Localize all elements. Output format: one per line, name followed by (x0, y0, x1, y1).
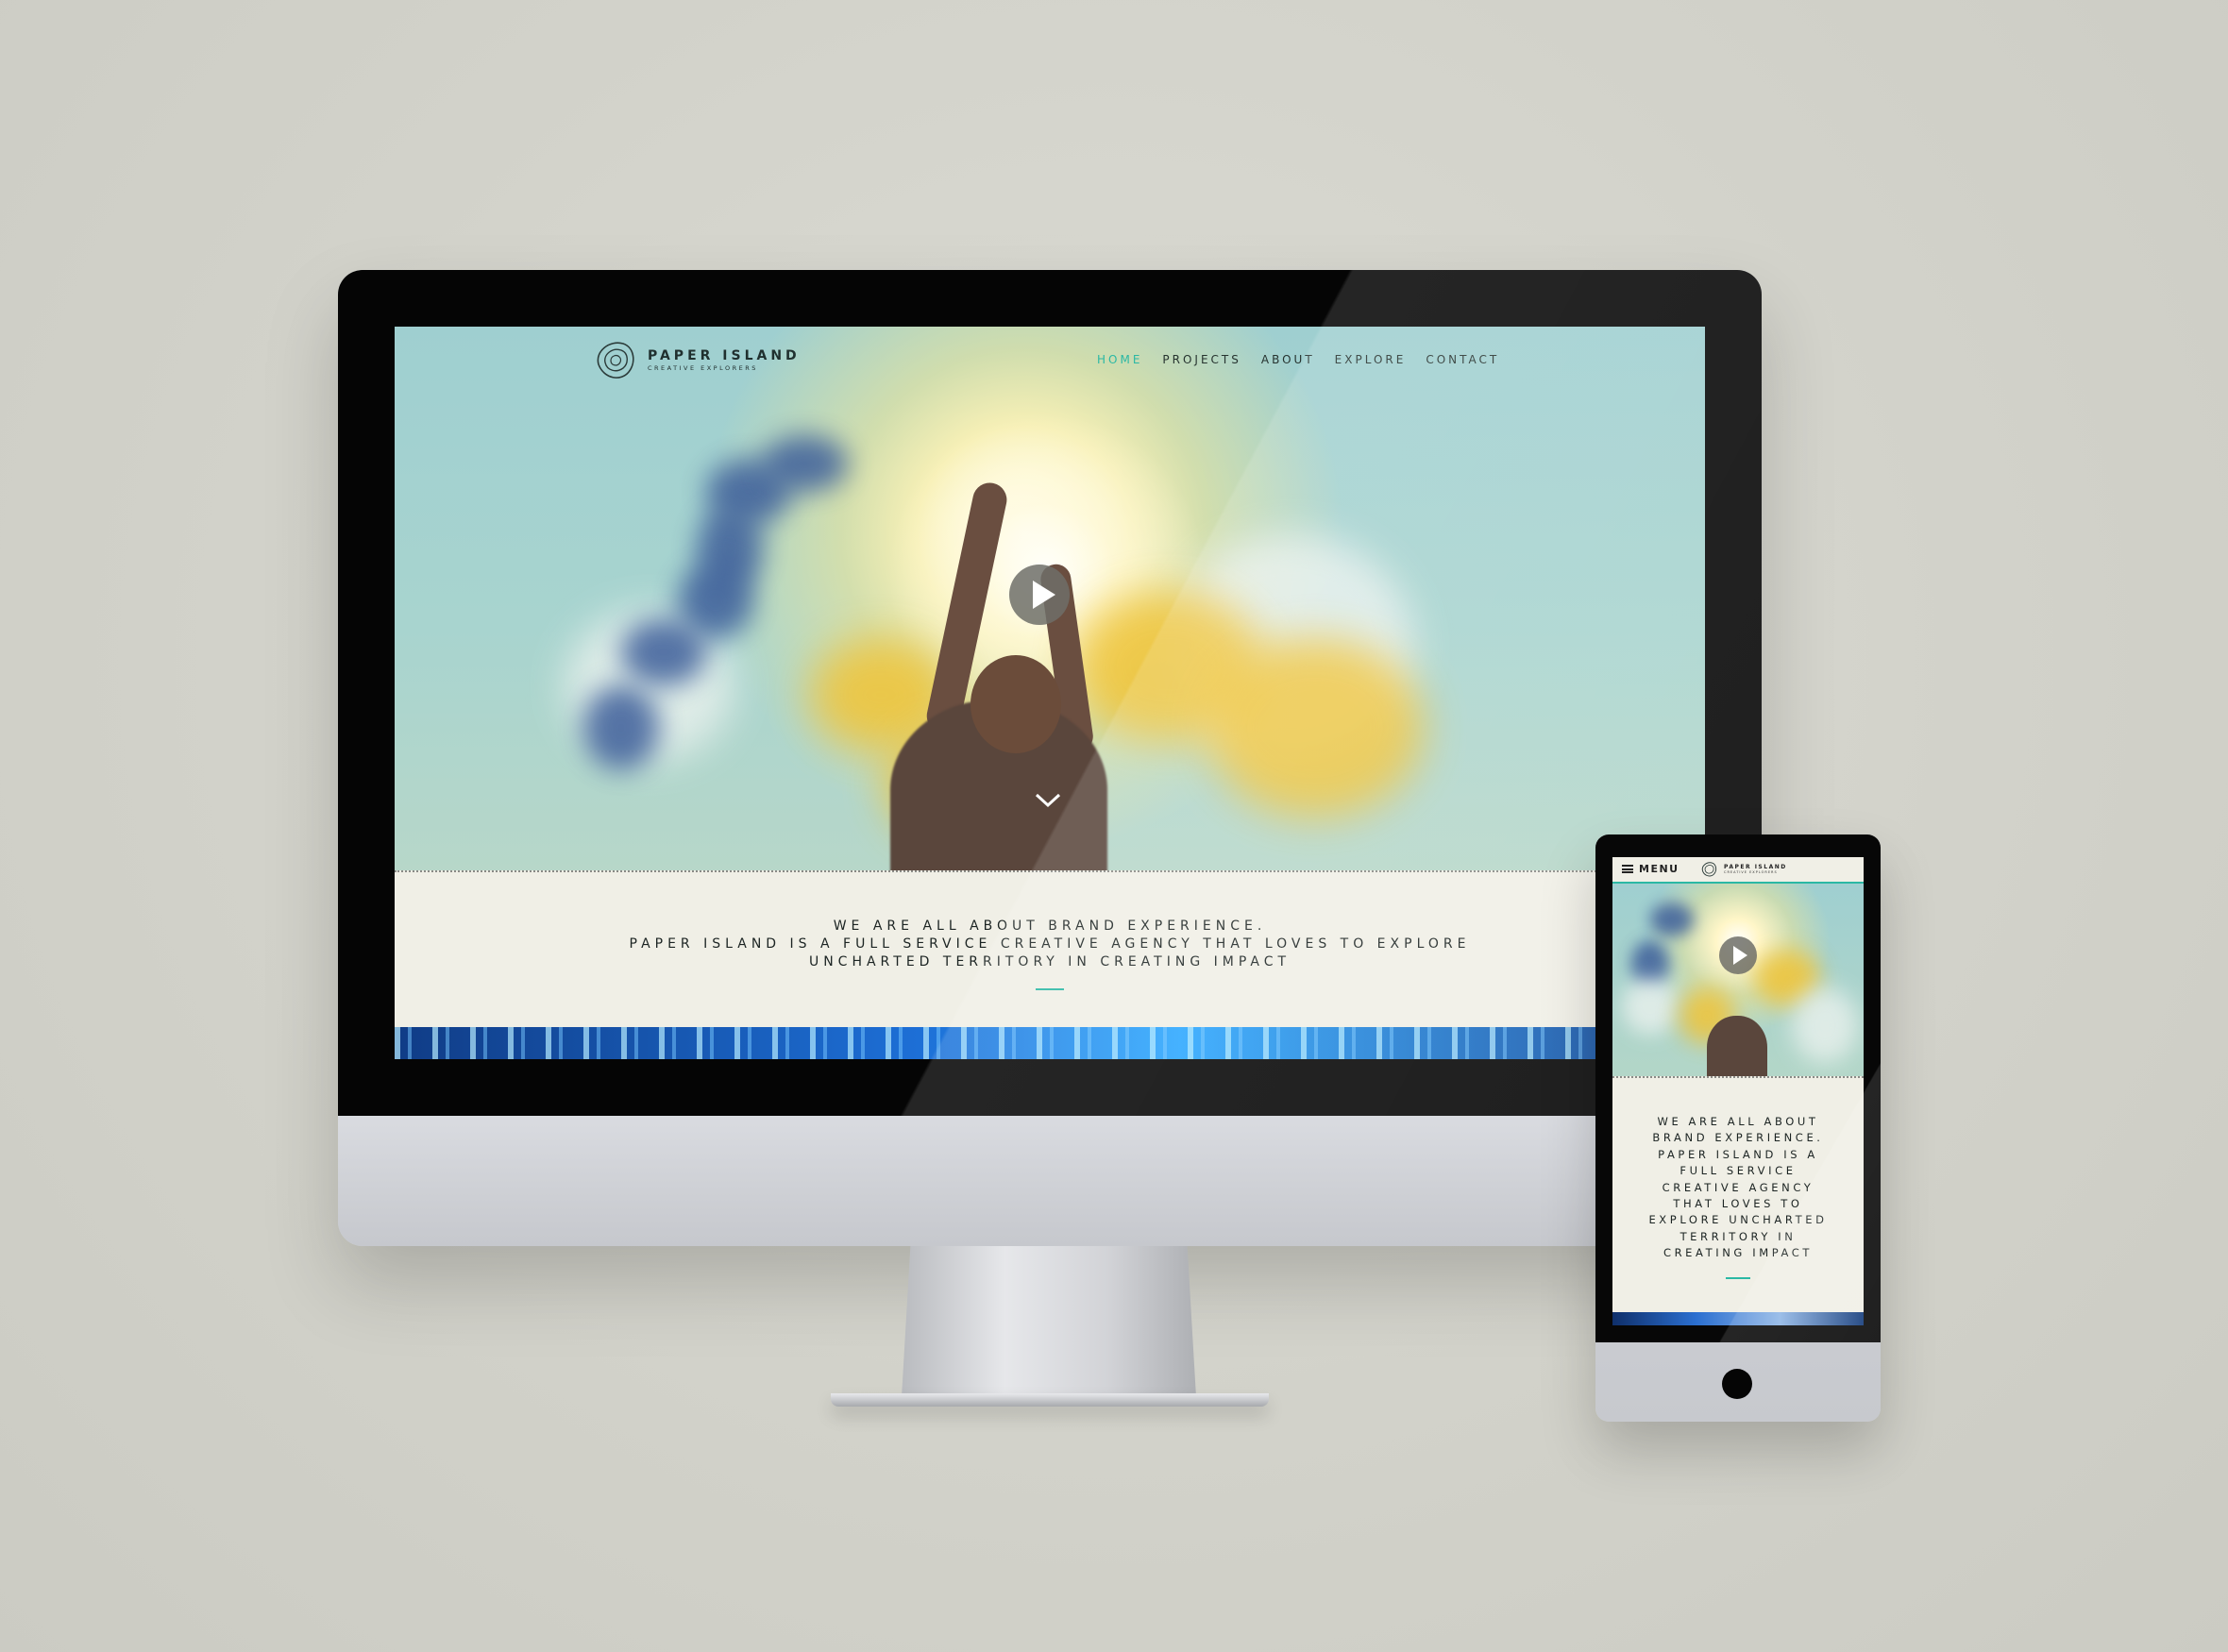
monitor-chin (338, 1116, 1762, 1246)
home-button[interactable] (1722, 1369, 1752, 1399)
monitor-stand (902, 1246, 1196, 1397)
hero-video: PAPER ISLAND CREATIVE EXPLORERS HOME PRO… (395, 327, 1705, 870)
intro-line-1: WE ARE ALL ABOUT BRAND EXPERIENCE. (833, 919, 1267, 934)
nav-projects[interactable]: PROJECTS (1162, 353, 1241, 366)
smoke-blue (621, 619, 706, 685)
play-icon[interactable] (1719, 936, 1757, 974)
logo-subtitle: CREATIVE EXPLORERS (648, 364, 758, 372)
menu-label: MENU (1639, 863, 1679, 875)
smoke-white (1792, 987, 1858, 1063)
desktop-screen: PAPER ISLAND CREATIVE EXPLORERS HOME PRO… (395, 327, 1705, 1059)
mobile-header: MENU PAPER ISLAND CREATIVE EXPLORERS (1612, 857, 1864, 884)
nav-explore[interactable]: EXPLORE (1335, 353, 1407, 366)
nav-about[interactable]: ABOUT (1261, 353, 1315, 366)
logo-title: PAPER ISLAND (648, 348, 801, 363)
accent-divider (1036, 988, 1064, 990)
intro-text: WE ARE ALL ABOUT BRAND EXPERIENCE. PAPER… (578, 918, 1522, 971)
intro-section: WE ARE ALL ABOUT BRAND EXPERIENCE. PAPER… (395, 870, 1705, 1029)
site-logo[interactable]: PAPER ISLAND CREATIVE EXPLORERS (589, 336, 801, 385)
smoke-blue (1650, 902, 1694, 936)
smoke-yellow (1207, 638, 1424, 818)
mobile-logo-subtitle: CREATIVE EXPLORERS (1724, 870, 1778, 874)
desktop-monitor: PAPER ISLAND CREATIVE EXPLORERS HOME PRO… (338, 270, 1762, 1246)
logo-text: PAPER ISLAND CREATIVE EXPLORERS (648, 348, 801, 373)
mobile-city-strip (1612, 1312, 1864, 1325)
accent-divider (1726, 1276, 1750, 1279)
mobile-screen: MENU PAPER ISLAND CREATIVE EXPLORERS WE … (1612, 857, 1864, 1325)
mobile-logo-title: PAPER ISLAND (1724, 864, 1787, 870)
mobile-device: MENU PAPER ISLAND CREATIVE EXPLORERS WE … (1595, 834, 1881, 1422)
chevron-down-icon[interactable] (1033, 791, 1063, 810)
main-nav: HOME PROJECTS ABOUT EXPLORE CONTACT (1097, 353, 1519, 366)
hamburger-icon (1622, 865, 1633, 873)
mobile-intro-text: WE ARE ALL ABOUT BRAND EXPERIENCE. PAPER… (1648, 1115, 1828, 1260)
island-contour-icon (1701, 862, 1717, 877)
smoke-white (1622, 978, 1679, 1035)
smoke-blue (763, 435, 848, 492)
mobile-logo[interactable]: PAPER ISLAND CREATIVE EXPLORERS (1697, 860, 1787, 879)
nav-contact[interactable]: CONTACT (1426, 353, 1499, 366)
intro-line-2: PAPER ISLAND IS A FULL SERVICE CREATIVE … (629, 936, 1471, 969)
city-lights-strip (395, 1027, 1705, 1059)
mobile-hero-video (1612, 884, 1864, 1076)
island-contour-icon (597, 342, 634, 379)
person-head (971, 655, 1061, 753)
mobile-intro-section: WE ARE ALL ABOUT BRAND EXPERIENCE. PAPER… (1612, 1076, 1864, 1314)
play-icon[interactable] (1009, 565, 1070, 625)
nav-home[interactable]: HOME (1097, 353, 1142, 366)
mobile-menu-button[interactable]: MENU (1622, 863, 1679, 875)
smoke-blue (583, 685, 659, 770)
person-silhouette (1707, 1016, 1767, 1076)
monitor-stand-base (831, 1393, 1269, 1407)
